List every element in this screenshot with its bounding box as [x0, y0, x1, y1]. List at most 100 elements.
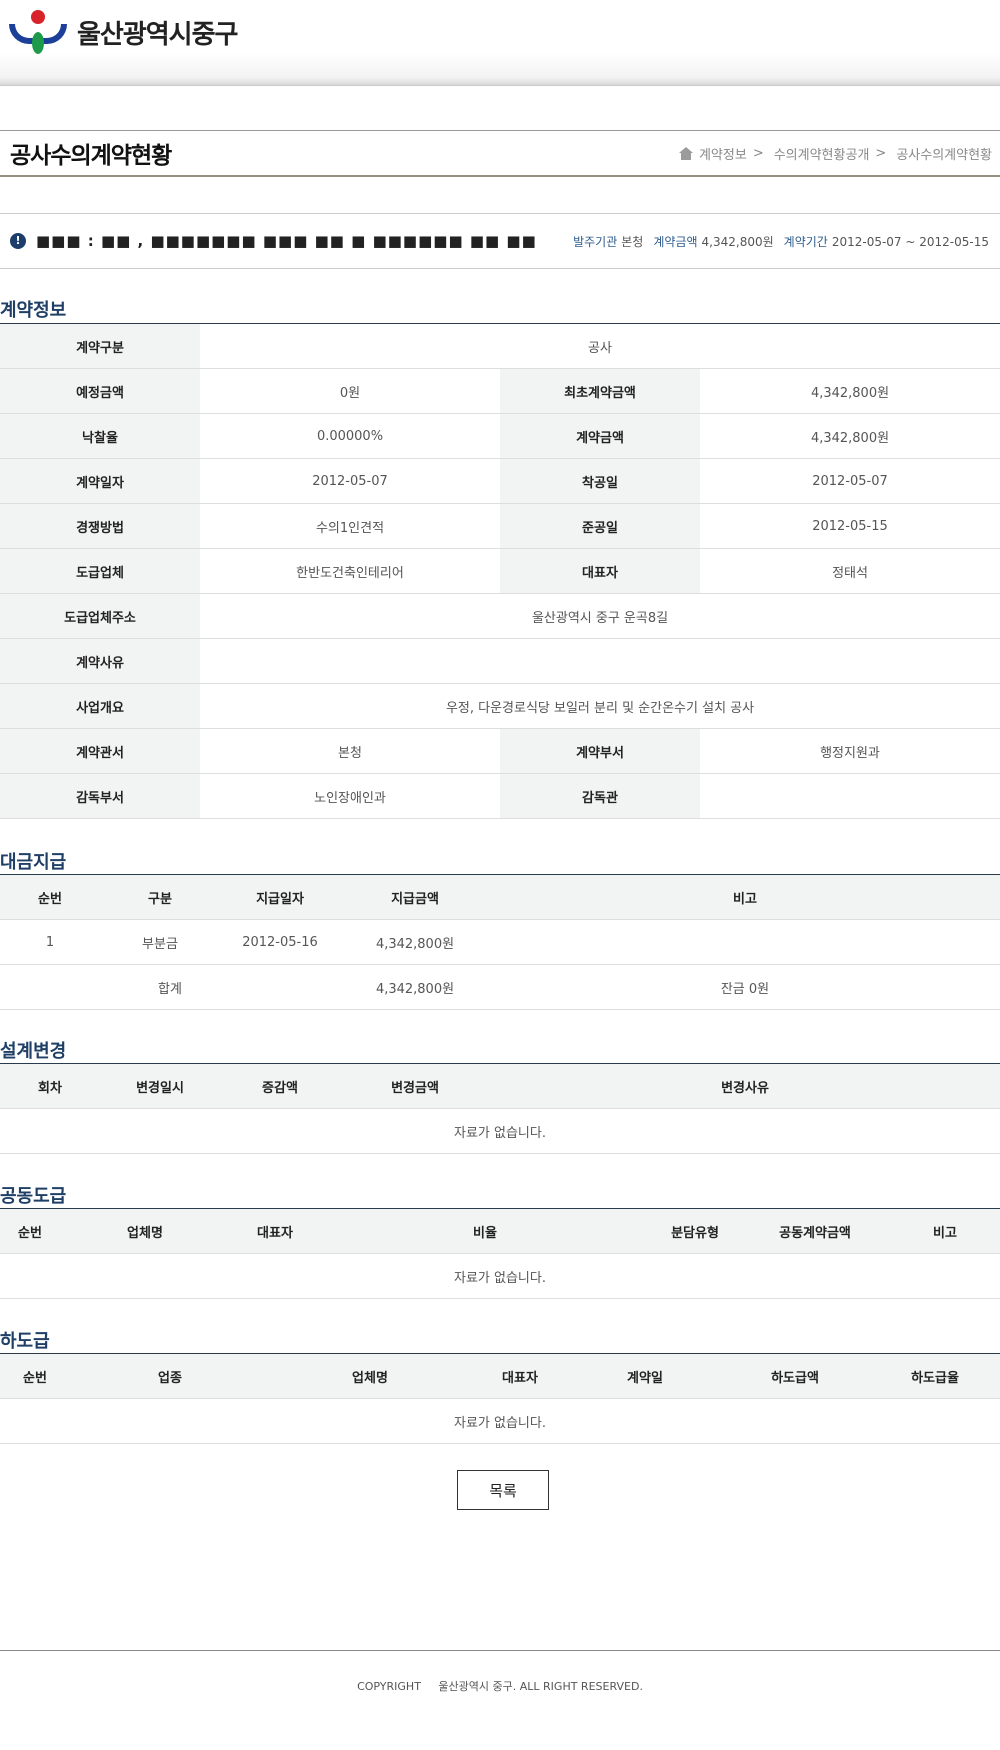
- table-header-row: 순번 구분 지급일자 지급금액 비고: [0, 874, 1000, 920]
- label-reason: 계약사유: [0, 638, 200, 684]
- table-row: 경쟁방법 수의1인견적 준공일 2012-05-15: [0, 503, 1000, 549]
- summary-meta: 발주기관 본청 계약금액 4,342,800원 계약기간 2012-05-07 ~ 2…: [573, 233, 989, 250]
- site-footer: COPYRIGHT 울산광역시 중구. ALL RIGHT RESERVED.: [0, 1650, 1000, 1750]
- total-label: 합계: [0, 964, 220, 1010]
- breadcrumb-separator: >: [875, 145, 887, 161]
- label-rate: 낙찰율: [0, 413, 200, 459]
- table-row: 계약관서 본청 계약부서 행정지원과: [0, 728, 1000, 774]
- header-change-date: 변경일시: [100, 1063, 220, 1109]
- logo-text: 울산광역시중구: [77, 19, 238, 50]
- header-note: 비고: [490, 874, 1000, 920]
- breadcrumb-item-private-contract[interactable]: 수의계약현황공개: [774, 144, 870, 163]
- cell-note: [490, 919, 1000, 965]
- value-overview: 우정, 다운경로식당 보일러 분리 및 순간온수기 설치 공사: [200, 683, 1000, 729]
- header-company: 업체명: [60, 1208, 230, 1254]
- header-contract-date: 계약일: [570, 1353, 720, 1399]
- label-supervise-dept: 감독부서: [0, 773, 200, 819]
- label-start: 착공일: [500, 458, 700, 504]
- site-logo[interactable]: 울산광역시중구: [9, 10, 238, 54]
- exclamation-icon: !: [10, 233, 26, 249]
- page-title: 공사수의계약현황: [10, 143, 172, 169]
- header-round: 회차: [0, 1063, 100, 1109]
- home-icon[interactable]: [678, 146, 693, 160]
- breadcrumb-item-current: 공사수의계약현황: [896, 147, 992, 163]
- city-emblem-icon: [9, 10, 67, 54]
- table-row: 사업개요 우정, 다운경로식당 보일러 분리 및 순간온수기 설치 공사: [0, 683, 1000, 729]
- breadcrumb-item-contract-info[interactable]: 계약정보: [699, 144, 747, 163]
- value-end: 2012-05-15: [700, 503, 1000, 549]
- summary-amount: 계약금액 4,342,800원: [653, 234, 774, 249]
- table-row: 감독부서 노인장애인과 감독관: [0, 773, 1000, 819]
- label-initial-amount: 최초계약금액: [500, 368, 700, 414]
- value-address: 울산광역시 중구 운곡8길: [200, 593, 1000, 639]
- table-row: 도급업체 한반도건축인테리어 대표자 정태석: [0, 548, 1000, 594]
- label-dept: 계약부서: [500, 728, 700, 774]
- header-kind: 구분: [100, 874, 220, 920]
- table-row: 자료가 없습니다.: [0, 1398, 1000, 1444]
- section-title-design-change: 설계변경: [0, 1041, 67, 1062]
- list-button[interactable]: 목록: [457, 1470, 549, 1510]
- header-change-amount: 변경금액: [340, 1063, 490, 1109]
- label-amount: 계약금액: [500, 413, 700, 459]
- section-title-joint: 공동도급: [0, 1186, 67, 1207]
- value-company: 한반도건축인테리어: [200, 548, 500, 594]
- header-sub-amount: 하도급액: [720, 1353, 870, 1399]
- payment-table: 순번 구분 지급일자 지급금액 비고 1 부분금 2012-05-16 4,34…: [0, 874, 1000, 1010]
- header-share-type: 분담유형: [650, 1208, 740, 1254]
- contract-summary: ! ■■■ : ■■ , ■■■■■■■ ■■■ ■■ ■ ■■■■■■ ■■ …: [0, 213, 1000, 269]
- value-dept: 행정지원과: [700, 728, 1000, 774]
- table-header-row: 순번 업체명 대표자 비율 분담유형 공동계약금액 비고: [0, 1208, 1000, 1254]
- header-date: 지급일자: [220, 874, 340, 920]
- header-no: 순번: [0, 1353, 70, 1399]
- table-row: 자료가 없습니다.: [0, 1253, 1000, 1299]
- breadcrumb: 계약정보 > 수의계약현황공개 > 공사수의계약현황: [678, 144, 998, 163]
- header-joint-amount: 공동계약금액: [740, 1208, 890, 1254]
- value-amount: 4,342,800원: [700, 413, 1000, 459]
- cell-kind: 부분금: [100, 919, 220, 965]
- value-reason: [200, 638, 1000, 684]
- copyright-label: COPYRIGHT: [357, 1680, 421, 1693]
- value-estimate: 0원: [200, 368, 500, 414]
- label-contract-type: 계약구분: [0, 323, 200, 369]
- total-row: 합계 4,342,800원 잔금 0원: [0, 964, 1000, 1010]
- header-sub-rate: 하도급율: [870, 1353, 1000, 1399]
- label-overview: 사업개요: [0, 683, 200, 729]
- joint-table: 순번 업체명 대표자 비율 분담유형 공동계약금액 비고 자료가 없습니다.: [0, 1208, 1000, 1299]
- table-row: 자료가 없습니다.: [0, 1108, 1000, 1154]
- subcontract-table: 순번 업종 업체명 대표자 계약일 하도급액 하도급율 자료가 없습니다.: [0, 1353, 1000, 1444]
- design-change-table: 회차 변경일시 증감액 변경금액 변경사유 자료가 없습니다.: [0, 1063, 1000, 1154]
- site-header: 울산광역시중구: [0, 0, 1000, 86]
- label-supervisor: 감독관: [500, 773, 700, 819]
- header-note: 비고: [890, 1208, 1000, 1254]
- value-office: 본청: [200, 728, 500, 774]
- label-address: 도급업체주소: [0, 593, 200, 639]
- empty-message: 자료가 없습니다.: [0, 1108, 1000, 1154]
- empty-message: 자료가 없습니다.: [0, 1398, 1000, 1444]
- table-row: 계약사유: [0, 638, 1000, 684]
- table-row: 계약구분 공사: [0, 323, 1000, 369]
- value-contract-type: 공사: [200, 323, 1000, 369]
- value-rate: 0.00000%: [200, 413, 500, 459]
- header-diff: 증감액: [220, 1063, 340, 1109]
- label-date: 계약일자: [0, 458, 200, 504]
- label-ceo: 대표자: [500, 548, 700, 594]
- value-start: 2012-05-07: [700, 458, 1000, 504]
- table-header-row: 순번 업종 업체명 대표자 계약일 하도급액 하도급율: [0, 1353, 1000, 1399]
- table-row: 낙찰율 0.00000% 계약금액 4,342,800원: [0, 413, 1000, 459]
- table-row: 1 부분금 2012-05-16 4,342,800원: [0, 919, 1000, 965]
- label-office: 계약관서: [0, 728, 200, 774]
- copyright: COPYRIGHT 울산광역시 중구. ALL RIGHT RESERVED.: [0, 1678, 1000, 1694]
- label-estimate: 예정금액: [0, 368, 200, 414]
- breadcrumb-separator: >: [752, 145, 764, 161]
- table-row: 도급업체주소 울산광역시 중구 운곡8길: [0, 593, 1000, 639]
- cell-date: 2012-05-16: [220, 919, 340, 965]
- value-supervisor: [700, 773, 1000, 819]
- value-date: 2012-05-07: [200, 458, 500, 504]
- section-title-payment: 대금지급: [0, 852, 67, 873]
- summary-period: 계약기간 2012-05-07 ~ 2012-05-15: [783, 234, 989, 249]
- title-bar: 공사수의계약현황 계약정보 > 수의계약현황공개 > 공사수의계약현황: [0, 130, 1000, 177]
- header-amount: 지급금액: [340, 874, 490, 920]
- value-supervise-dept: 노인장애인과: [200, 773, 500, 819]
- empty-message: 자료가 없습니다.: [0, 1253, 1000, 1299]
- header-change-reason: 변경사유: [490, 1063, 1000, 1109]
